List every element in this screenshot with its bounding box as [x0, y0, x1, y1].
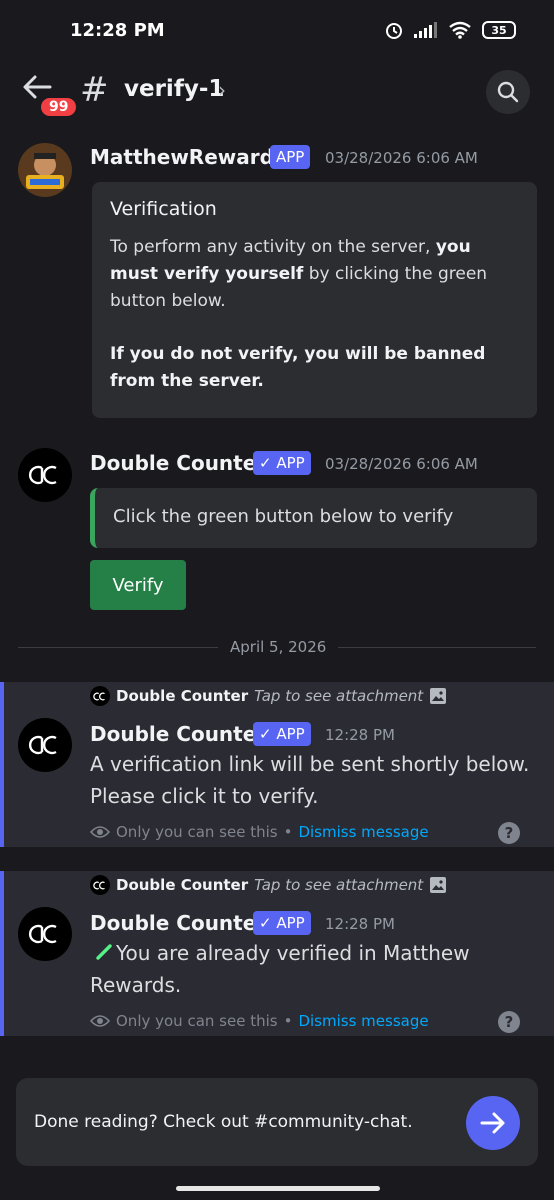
reply-tap-text: Tap to see attachment [254, 687, 424, 705]
status-icons: 35 [384, 20, 516, 40]
reply-author: Double Counter [116, 687, 249, 705]
embed-warning-text: If you do not verify, you will be banned… [110, 344, 486, 391]
suggestion-text: Done reading? Check out #community-chat. [34, 1112, 413, 1132]
embed-title: Verification [110, 198, 217, 220]
message-content: A verification link will be sent shortly… [90, 748, 529, 812]
only-you-text: Only you can see this [116, 1012, 278, 1030]
channel-suggestion-bar[interactable]: Done reading? Check out #community-chat. [16, 1078, 538, 1166]
eye-icon [90, 826, 110, 838]
channel-header: 99 # verify-1 › [0, 62, 554, 132]
reply-author: Double Counter [116, 876, 249, 894]
embed-text-part: To perform any activity on the server, [110, 237, 436, 257]
channel-name[interactable]: verify-1 [124, 76, 224, 102]
message-content: You are already verified in Matthew Rewa… [90, 937, 470, 1001]
app-tag: ✓ APP [253, 451, 311, 475]
verify-embed: Click the green button below to verify [90, 488, 537, 548]
message-author[interactable]: MatthewRewards [90, 145, 286, 169]
dismiss-message-link[interactable]: Dismiss message [298, 823, 428, 841]
mini-avatar [90, 686, 110, 706]
embed-description: Click the green button below to verify [113, 506, 454, 527]
avatar-matthewrewards[interactable] [18, 143, 72, 197]
message-author[interactable]: Double Counter [90, 911, 266, 935]
message-line-text: You are already verified in Matthew [116, 941, 470, 965]
ephemeral-notice: Only you can see this • Dismiss message [90, 823, 429, 841]
double-counter-logo-icon [93, 881, 105, 889]
notification-badge: 99 [38, 95, 80, 119]
ephemeral-message: Double Counter Tap to see attachment Dou… [0, 682, 554, 847]
pencil-line-icon [96, 944, 112, 960]
only-you-text: Only you can see this [116, 823, 278, 841]
mini-avatar [90, 875, 110, 895]
embed-warning: If you do not verify, you will be banned… [110, 341, 519, 395]
dismiss-message-link[interactable]: Dismiss message [298, 1012, 428, 1030]
double-counter-logo-icon [29, 465, 57, 485]
search-icon [497, 81, 519, 103]
battery-icon: 35 [482, 21, 516, 39]
eye-icon [90, 1015, 110, 1027]
app-tag: ✓ APP [253, 722, 311, 746]
arrow-right-icon [480, 1112, 505, 1134]
message-line: Rewards. [90, 973, 182, 997]
message-line: You are already verified in Matthew [90, 937, 470, 969]
double-counter-logo-icon [93, 692, 105, 700]
status-bar: 12:28 PM 35 [0, 0, 554, 62]
image-icon [430, 877, 447, 893]
signal-icon [414, 22, 437, 38]
double-counter-logo-icon [29, 924, 57, 944]
reply-reference[interactable]: Double Counter Tap to see attachment [90, 875, 447, 895]
ephemeral-notice: Only you can see this • Dismiss message [90, 1012, 429, 1030]
reply-tap-text: Tap to see attachment [254, 876, 424, 894]
status-time: 12:28 PM [70, 20, 165, 41]
help-icon[interactable]: ? [498, 822, 520, 844]
double-counter-logo-icon [29, 735, 57, 755]
matthew-rewards-logo-icon [18, 143, 72, 197]
date-divider-label: April 5, 2026 [218, 638, 339, 656]
avatar-double-counter[interactable] [18, 718, 72, 772]
embed-description: To perform any activity on the server, y… [110, 234, 519, 315]
app-tag: APP [270, 145, 311, 169]
avatar-double-counter[interactable] [18, 448, 72, 502]
channel-hash-icon: # [80, 70, 109, 110]
message-line: Please click it to verify. [90, 784, 319, 808]
reply-reference[interactable]: Double Counter Tap to see attachment [90, 686, 447, 706]
separator-dot: • [283, 823, 293, 841]
image-icon [430, 688, 447, 704]
avatar-double-counter[interactable] [18, 907, 72, 961]
message-line: A verification link will be sent shortly… [90, 752, 530, 776]
message-author[interactable]: Double Counter [90, 722, 266, 746]
alarm-icon [386, 23, 402, 39]
wifi-icon [449, 21, 471, 39]
chevron-right-icon[interactable]: › [218, 78, 226, 102]
verify-button[interactable]: Verify [90, 560, 186, 610]
message-timestamp: 12:28 PM [325, 726, 395, 744]
help-icon[interactable]: ? [498, 1011, 520, 1033]
message-author[interactable]: Double Counter [90, 451, 266, 475]
message-timestamp: 12:28 PM [325, 915, 395, 933]
separator-dot: • [283, 1012, 293, 1030]
search-button[interactable] [486, 70, 530, 114]
message-timestamp: 03/28/2026 6:06 AM [325, 149, 478, 167]
home-indicator[interactable] [176, 1186, 380, 1191]
ephemeral-message: Double Counter Tap to see attachment Dou… [0, 871, 554, 1036]
app-tag: ✓ APP [253, 911, 311, 935]
message-timestamp: 03/28/2026 6:06 AM [325, 455, 478, 473]
verification-embed: Verification To perform any activity on … [92, 182, 537, 418]
go-to-channel-button[interactable] [466, 1096, 520, 1150]
